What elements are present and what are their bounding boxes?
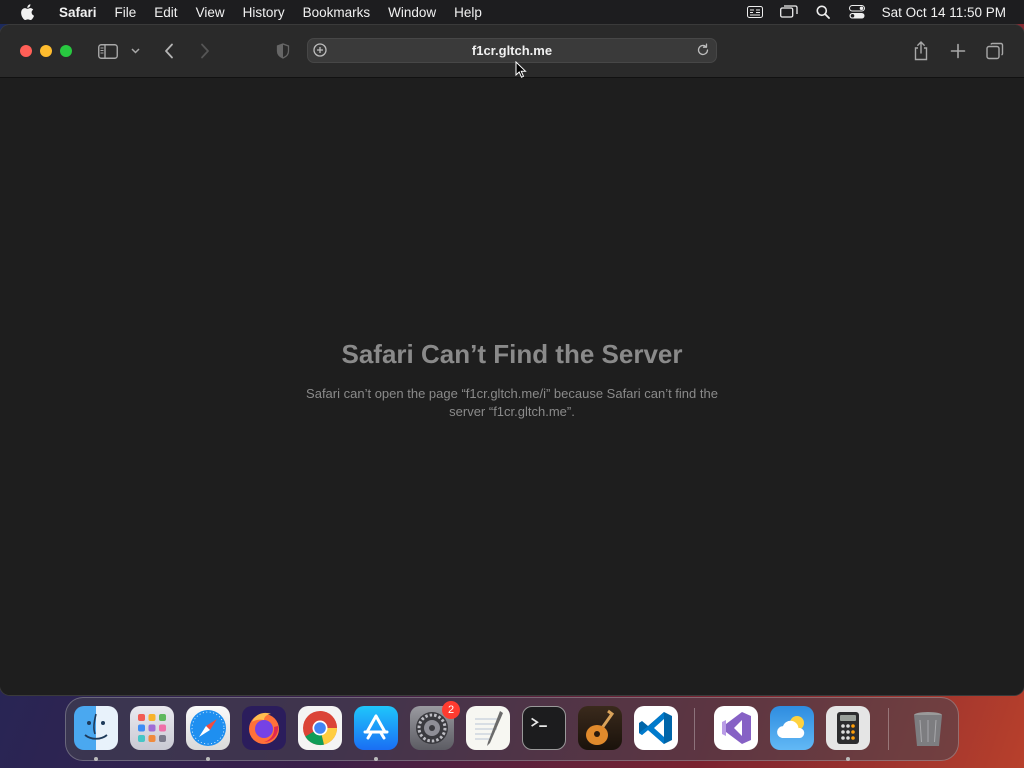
running-indicator <box>206 757 210 761</box>
chevron-down-icon <box>130 48 140 54</box>
screen-mirroring-icon[interactable] <box>772 5 806 19</box>
calculator-icon[interactable] <box>826 706 870 750</box>
vscode-icon[interactable] <box>634 706 678 750</box>
spotlight-search-icon[interactable] <box>806 5 840 19</box>
url-text[interactable]: f1cr.gltch.me <box>308 39 716 63</box>
dock: 2 <box>65 697 959 761</box>
launchpad-icon[interactable] <box>130 706 174 750</box>
privacy-report-button[interactable] <box>273 39 293 63</box>
menu-bookmarks[interactable]: Bookmarks <box>294 5 380 20</box>
safari-icon[interactable] <box>186 706 230 750</box>
reload-icon[interactable] <box>695 42 711 63</box>
browser-toolbar: f1cr.gltch.me <box>0 25 1024 78</box>
running-indicator <box>846 757 850 761</box>
trash-icon[interactable] <box>906 706 950 750</box>
chrome-icon[interactable] <box>298 706 342 750</box>
apple-menu-icon[interactable] <box>12 4 50 20</box>
plus-icon <box>950 43 966 59</box>
menu-bar-clock[interactable]: Sat Oct 14 11:50 PM <box>874 5 1012 20</box>
tab-group-menu-button[interactable] <box>128 39 142 63</box>
menu-view[interactable]: View <box>187 5 234 20</box>
app-store-icon[interactable] <box>354 706 398 750</box>
menu-help[interactable]: Help <box>445 5 491 20</box>
new-tab-button[interactable] <box>947 39 969 63</box>
running-indicator <box>374 757 378 761</box>
menu-edit[interactable]: Edit <box>145 5 186 20</box>
shield-icon <box>276 43 290 59</box>
tab-overview-icon <box>986 42 1004 60</box>
address-bar[interactable]: f1cr.gltch.me <box>307 38 717 63</box>
chevron-left-icon <box>165 43 173 59</box>
sidebar-icon <box>98 43 118 59</box>
share-button[interactable] <box>910 39 932 63</box>
page-content: Safari Can’t Find the Server Safari can’… <box>0 78 1024 695</box>
back-button[interactable] <box>158 39 180 63</box>
window-minimize-button[interactable] <box>40 45 52 57</box>
menu-bar: Safari File Edit View History Bookmarks … <box>0 0 1024 24</box>
safari-window: f1cr.gltch.me Safari Can’t Find the Serv… <box>0 25 1024 695</box>
running-indicator <box>94 757 98 761</box>
terminal-icon[interactable] <box>522 706 566 750</box>
tab-overview-button[interactable] <box>984 39 1006 63</box>
chevron-right-icon <box>201 43 209 59</box>
error-title: Safari Can’t Find the Server <box>341 339 683 369</box>
weather-icon[interactable] <box>770 706 814 750</box>
firefox-icon[interactable] <box>242 706 286 750</box>
sidebar-toggle-button[interactable] <box>96 39 120 63</box>
visual-studio-icon[interactable] <box>714 706 758 750</box>
menu-history[interactable]: History <box>234 5 294 20</box>
forward-button[interactable] <box>194 39 216 63</box>
control-center-icon[interactable] <box>840 5 874 19</box>
window-close-button[interactable] <box>20 45 32 57</box>
finder-icon[interactable] <box>74 706 118 750</box>
window-zoom-button[interactable] <box>60 45 72 57</box>
keyboard-input-icon[interactable] <box>738 6 772 18</box>
textedit-icon[interactable] <box>466 706 510 750</box>
menu-file[interactable]: File <box>106 5 146 20</box>
dock-separator <box>888 708 889 750</box>
menu-window[interactable]: Window <box>379 5 445 20</box>
menu-app-name[interactable]: Safari <box>50 5 106 20</box>
garageband-icon[interactable] <box>578 706 622 750</box>
notification-badge: 2 <box>442 701 460 719</box>
share-icon <box>914 41 928 61</box>
error-message: Safari can’t open the page “f1cr.gltch.m… <box>306 386 718 419</box>
dock-separator <box>694 708 695 750</box>
